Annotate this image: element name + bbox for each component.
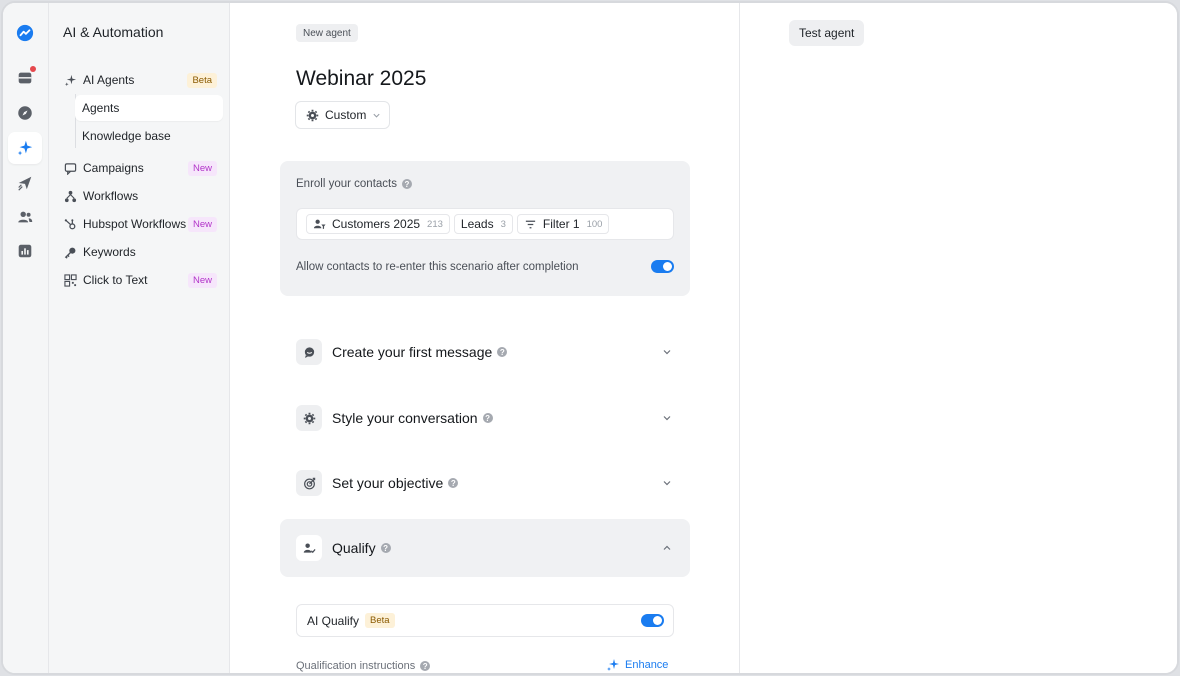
sidebar-item-knowledge-base[interactable]: Knowledge base bbox=[75, 123, 223, 149]
message-icon bbox=[296, 339, 322, 365]
preview-panel: Test agent bbox=[739, 3, 1177, 673]
target-icon bbox=[296, 470, 322, 496]
icon-rail bbox=[3, 3, 49, 673]
audience-selector[interactable]: Customers 2025 213 Leads 3 Filter 1 100 bbox=[296, 208, 674, 240]
section-title-text: Style your conversation bbox=[332, 410, 478, 426]
beta-badge: Beta bbox=[365, 613, 395, 628]
key-icon bbox=[63, 245, 77, 259]
section-style-conversation[interactable]: Style your conversation? bbox=[280, 389, 690, 447]
compass-icon[interactable] bbox=[8, 97, 42, 129]
sidebar-item-label: Campaigns bbox=[83, 161, 144, 175]
app-window: AI & Automation AI Agents Beta Agents Kn… bbox=[1, 1, 1179, 675]
help-icon[interactable]: ? bbox=[448, 478, 459, 488]
section-title: Set your objective? bbox=[332, 475, 662, 491]
sidebar-item-label: Keywords bbox=[83, 245, 136, 259]
section-qualify[interactable]: Qualify? bbox=[280, 519, 690, 577]
workflow-icon bbox=[63, 189, 77, 203]
sidebar-item-label: Hubspot Workflows bbox=[83, 217, 187, 231]
sidebar-item-keywords[interactable]: Keywords bbox=[57, 239, 223, 265]
mode-dropdown[interactable]: Custom bbox=[295, 101, 391, 129]
section-title-text: Set your objective bbox=[332, 475, 444, 491]
chip-label: Filter 1 bbox=[542, 217, 580, 231]
chevron-down-icon bbox=[663, 350, 671, 355]
sidebar: AI & Automation AI Agents Beta Agents Kn… bbox=[49, 3, 230, 673]
user-check-icon bbox=[296, 535, 322, 561]
chevron-down-icon bbox=[373, 113, 380, 118]
user-filter-icon bbox=[313, 219, 326, 229]
new-badge: New bbox=[187, 216, 217, 232]
inbox-icon[interactable] bbox=[8, 62, 42, 94]
qr-icon bbox=[63, 273, 77, 287]
notification-dot bbox=[30, 66, 36, 72]
page-title[interactable]: Webinar 2025 bbox=[296, 67, 426, 91]
sidebar-title: AI & Automation bbox=[63, 24, 164, 40]
help-icon[interactable]: ? bbox=[402, 179, 412, 189]
test-agent-button[interactable]: Test agent bbox=[789, 20, 865, 46]
beta-badge: Beta bbox=[187, 72, 217, 88]
hubspot-icon bbox=[63, 217, 77, 231]
enroll-label: Enroll your contacts ? bbox=[296, 178, 412, 190]
enhance-label: Enhance bbox=[625, 659, 669, 671]
sidebar-item-agents[interactable]: Agents bbox=[75, 95, 223, 121]
ai-sparkle-icon[interactable] bbox=[8, 132, 42, 164]
ai-qualify-row: AI Qualify Beta bbox=[296, 604, 674, 637]
section-first-message[interactable]: Create your first message? bbox=[280, 323, 690, 381]
audience-chip[interactable]: Customers 2025 213 bbox=[306, 214, 450, 234]
sidebar-item-ai-agents[interactable]: AI Agents Beta bbox=[57, 67, 223, 93]
chip-count: 213 bbox=[427, 218, 443, 230]
campaign-icon bbox=[63, 161, 77, 175]
chip-count: 3 bbox=[500, 218, 506, 230]
audience-chip[interactable]: Leads 3 bbox=[453, 214, 513, 234]
chip-count: 100 bbox=[586, 218, 603, 230]
mode-label: Custom bbox=[325, 108, 367, 122]
reenter-toggle[interactable] bbox=[651, 260, 674, 273]
chevron-down-icon bbox=[663, 481, 671, 486]
help-icon[interactable]: ? bbox=[380, 543, 391, 553]
help-icon[interactable]: ? bbox=[420, 661, 431, 671]
agent-editor: New agent Webinar 2025 Custom Enroll you… bbox=[230, 3, 739, 673]
new-badge: New bbox=[187, 160, 217, 176]
sidebar-item-label: AI Agents bbox=[83, 73, 135, 87]
sidebar-item-label: Workflows bbox=[83, 189, 139, 203]
enroll-label-text: Enroll your contacts bbox=[296, 178, 397, 190]
logo-icon[interactable] bbox=[8, 17, 42, 49]
qualification-instructions-label: Qualification instructions ? bbox=[296, 660, 431, 672]
chip-label: Customers 2025 bbox=[332, 217, 421, 231]
ai-qualify-toggle[interactable] bbox=[641, 614, 664, 627]
gear-icon bbox=[306, 109, 319, 121]
help-icon[interactable]: ? bbox=[482, 413, 493, 423]
chevron-down-icon bbox=[663, 416, 671, 421]
contacts-icon[interactable] bbox=[8, 201, 42, 233]
send-icon[interactable] bbox=[8, 167, 42, 199]
new-badge: New bbox=[187, 272, 217, 288]
gear-icon bbox=[296, 405, 322, 431]
enroll-contacts-card: Enroll your contacts ? Customers 2025 21… bbox=[280, 161, 690, 296]
sidebar-item-label: Click to Text bbox=[83, 273, 148, 287]
section-title: Style your conversation? bbox=[332, 410, 662, 426]
reenter-label: Allow contacts to re-enter this scenario… bbox=[296, 261, 579, 273]
analytics-icon[interactable] bbox=[8, 235, 42, 267]
new-agent-tag: New agent bbox=[296, 24, 358, 42]
sidebar-item-hubspot-workflows[interactable]: Hubspot Workflows New bbox=[57, 211, 223, 237]
qualification-instructions-text: Qualification instructions bbox=[296, 660, 416, 672]
section-title: Create your first message? bbox=[332, 344, 662, 360]
enhance-button[interactable]: Enhance bbox=[606, 658, 668, 672]
chevron-up-icon bbox=[663, 545, 671, 550]
audience-chip[interactable]: Filter 1 100 bbox=[516, 214, 610, 234]
sparkle-icon bbox=[63, 73, 77, 87]
sidebar-item-workflows[interactable]: Workflows bbox=[57, 183, 223, 209]
ai-qualify-label: AI Qualify bbox=[307, 613, 360, 628]
section-title: Qualify? bbox=[332, 540, 662, 556]
section-title-text: Qualify bbox=[332, 540, 376, 556]
sidebar-item-campaigns[interactable]: Campaigns New bbox=[57, 155, 223, 181]
chip-label: Leads bbox=[460, 217, 494, 231]
filter-icon bbox=[525, 220, 536, 228]
help-icon[interactable]: ? bbox=[497, 347, 508, 357]
sparkle-icon bbox=[607, 659, 619, 671]
sidebar-item-click-to-text[interactable]: Click to Text New bbox=[57, 267, 223, 293]
section-set-objective[interactable]: Set your objective? bbox=[280, 454, 690, 512]
section-title-text: Create your first message bbox=[332, 344, 493, 360]
